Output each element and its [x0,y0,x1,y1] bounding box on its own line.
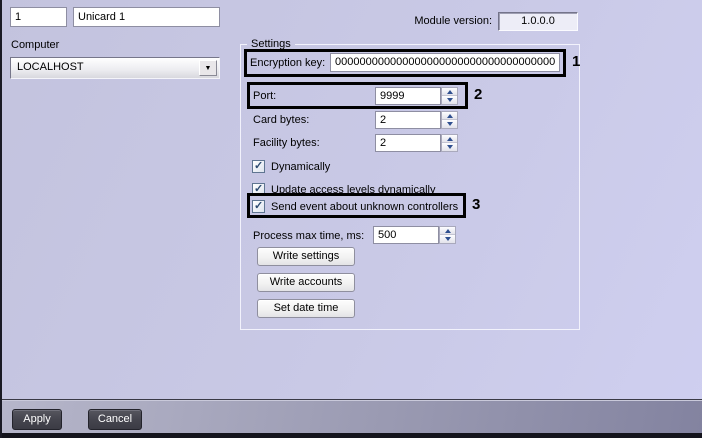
dynamically-checkbox-label: Dynamically [271,161,331,173]
settings-group-label: Settings [251,38,291,50]
write-settings-button[interactable]: Write settings [257,247,355,266]
checkmark-icon: ✓ [254,200,264,212]
spin-up-icon[interactable] [442,88,457,96]
encryption-key-input[interactable]: 000000000000000000000000000000000000 [330,53,560,72]
set-date-time-button[interactable]: Set date time [257,299,355,318]
annotation-number-3: 3 [472,196,481,213]
apply-button[interactable]: Apply [12,409,62,430]
checkmark-icon: ✓ [254,183,264,195]
checkmark-icon: ✓ [254,160,264,172]
write-accounts-button[interactable]: Write accounts [257,273,355,292]
send-event-unknown-controllers-checkbox[interactable]: ✓ [252,200,265,213]
port-spinner[interactable] [441,87,458,105]
process-max-time-input[interactable]: 500 [373,226,439,244]
process-max-time-label: Process max time, ms: [253,230,365,242]
object-name-field[interactable]: Unicard 1 [73,7,220,27]
process-max-time-spinner[interactable] [439,226,456,244]
window-bottom-edge [0,433,702,438]
facility-bytes-input[interactable]: 2 [375,134,441,152]
spin-down-icon[interactable] [440,235,455,243]
facility-bytes-spinner[interactable] [441,134,458,152]
spin-down-icon[interactable] [442,96,457,104]
card-bytes-label: Card bytes: [253,114,310,126]
update-access-levels-checkbox[interactable]: ✓ [252,183,265,196]
dynamically-checkbox[interactable]: ✓ [252,160,265,173]
encryption-key-label: Encryption key: [250,57,326,69]
spin-up-icon[interactable] [440,227,455,235]
spin-up-icon[interactable] [442,112,457,120]
facility-bytes-label: Facility bytes: [253,137,320,149]
card-bytes-input[interactable]: 2 [375,111,441,129]
annotation-number-2: 2 [474,86,483,103]
window-left-edge [0,0,2,438]
chevron-down-icon[interactable]: ▼ [199,60,217,76]
computer-select[interactable]: LOCALHOST ▼ [10,57,220,79]
spin-down-icon[interactable] [442,143,457,151]
annotation-number-1: 1 [572,53,581,70]
port-label: Port: [253,90,277,102]
card-bytes-spinner[interactable] [441,111,458,129]
module-version-label: Module version: [414,15,492,27]
computer-selected-value: LOCALHOST [17,61,84,73]
spin-down-icon[interactable] [442,120,457,128]
object-id-field[interactable]: 1 [10,7,67,27]
send-event-unknown-controllers-checkbox-label: Send event about unknown controllers [271,201,459,213]
module-settings-panel: 1 Unicard 1 Computer LOCALHOST ▼ Module … [0,0,702,438]
port-input[interactable]: 9999 [375,87,441,105]
cancel-button[interactable]: Cancel [88,409,142,430]
module-version-value: 1.0.0.0 [498,12,578,31]
update-access-levels-checkbox-label: Update access levels dynamically [271,184,436,196]
spin-up-icon[interactable] [442,135,457,143]
computer-label: Computer [11,39,60,51]
